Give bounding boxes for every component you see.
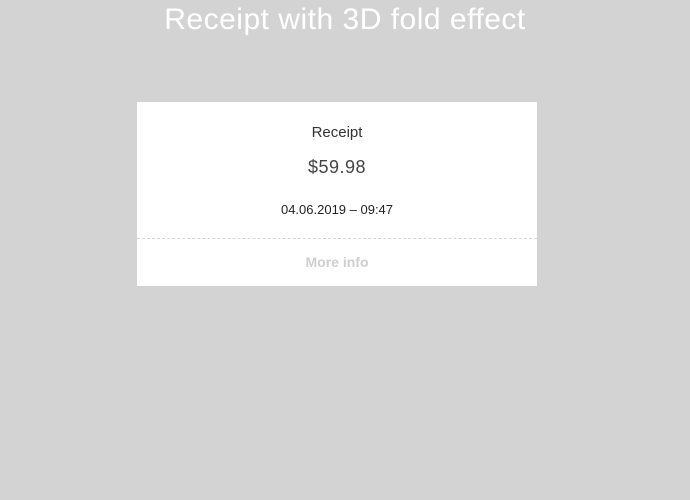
- page-title: Receipt with 3D fold effect: [164, 3, 526, 36]
- receipt-label: Receipt: [311, 124, 363, 141]
- receipt-amount: $59.98: [307, 157, 367, 177]
- receipt-card: Receipt $59.98 04.06.2019 – 09:47 More i…: [137, 102, 537, 286]
- receipt-summary: Receipt $59.98 04.06.2019 – 09:47: [137, 102, 537, 239]
- receipt-datetime: 04.06.2019 – 09:47: [280, 202, 394, 217]
- more-info-button[interactable]: More info: [306, 254, 369, 270]
- receipt-fold-section[interactable]: More info: [137, 239, 537, 286]
